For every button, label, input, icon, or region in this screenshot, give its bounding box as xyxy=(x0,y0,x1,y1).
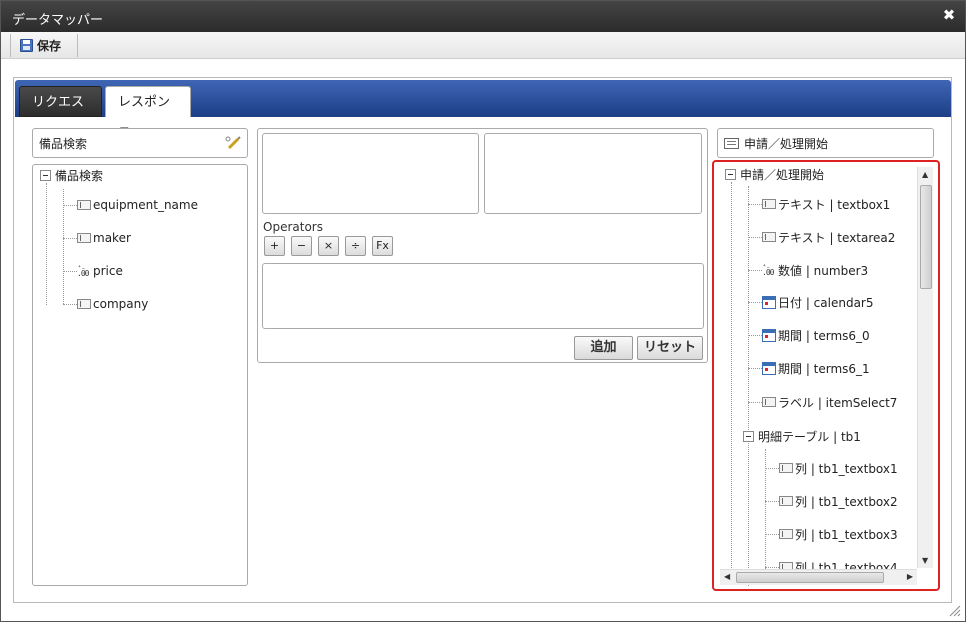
save-button[interactable]: 保存 xyxy=(10,34,78,57)
tree-item[interactable]: ⁺₋ .00 price xyxy=(77,263,123,279)
target-panel-title: 申請／処理開始 xyxy=(744,136,829,151)
function-operator-button[interactable]: Fx xyxy=(372,236,393,256)
tree-item[interactable]: company xyxy=(77,297,148,311)
tree-item-label: maker xyxy=(93,231,131,245)
floppy-disk-icon xyxy=(20,39,33,52)
data-mapper-dialog: データマッパー ✖ 保存 リクエスト レスポンス 備品検索 備品検索 xyxy=(0,0,966,622)
title-bar: データマッパー ✖ xyxy=(1,1,965,32)
add-button[interactable]: 追加 xyxy=(574,336,633,360)
source-tree: 備品検索 equipment_name maker ⁺₋ .00 price co… xyxy=(32,164,248,586)
tab-bar: リクエスト レスポンス xyxy=(15,80,951,141)
left-expression-box[interactable] xyxy=(262,133,479,214)
resize-grip-icon[interactable] xyxy=(949,605,961,617)
pencil-icon[interactable] xyxy=(225,136,241,150)
tree-item-label: equipment_name xyxy=(93,198,198,212)
plus-operator-button[interactable]: + xyxy=(264,236,285,256)
field-icon xyxy=(77,233,91,243)
tab-request[interactable]: リクエスト xyxy=(19,86,102,141)
tree-item[interactable]: equipment_name xyxy=(77,198,198,212)
number-icon: ⁺₋ .00 xyxy=(77,263,89,278)
source-panel-title: 備品検索 xyxy=(39,136,88,151)
field-icon xyxy=(77,299,91,309)
field-icon xyxy=(77,200,91,210)
tree-item[interactable]: maker xyxy=(77,231,131,245)
divide-operator-button[interactable]: ÷ xyxy=(345,236,366,256)
target-panel-header: 申請／処理開始 xyxy=(717,128,934,158)
tree-item-label: price xyxy=(93,264,123,278)
tab-response[interactable]: レスポンス xyxy=(105,86,191,141)
form-icon xyxy=(724,137,739,149)
source-tree-root[interactable]: 備品検索 xyxy=(40,168,104,183)
reset-button[interactable]: リセット xyxy=(637,336,703,360)
close-icon[interactable]: ✖ xyxy=(941,7,957,23)
dialog-title: データマッパー xyxy=(12,13,104,28)
minus-operator-button[interactable]: − xyxy=(291,236,312,256)
highlight-frame xyxy=(712,160,940,591)
expression-input[interactable] xyxy=(262,263,704,329)
operators-label: Operators xyxy=(263,220,323,234)
collapse-icon[interactable] xyxy=(40,169,51,181)
source-panel-header: 備品検索 xyxy=(32,128,248,158)
source-root-label: 備品検索 xyxy=(55,168,104,183)
toolbar: 保存 xyxy=(1,32,965,59)
tree-item-label: company xyxy=(93,297,149,311)
multiply-operator-button[interactable]: × xyxy=(318,236,339,256)
right-expression-box[interactable] xyxy=(484,133,702,214)
save-button-label: 保存 xyxy=(37,39,62,53)
